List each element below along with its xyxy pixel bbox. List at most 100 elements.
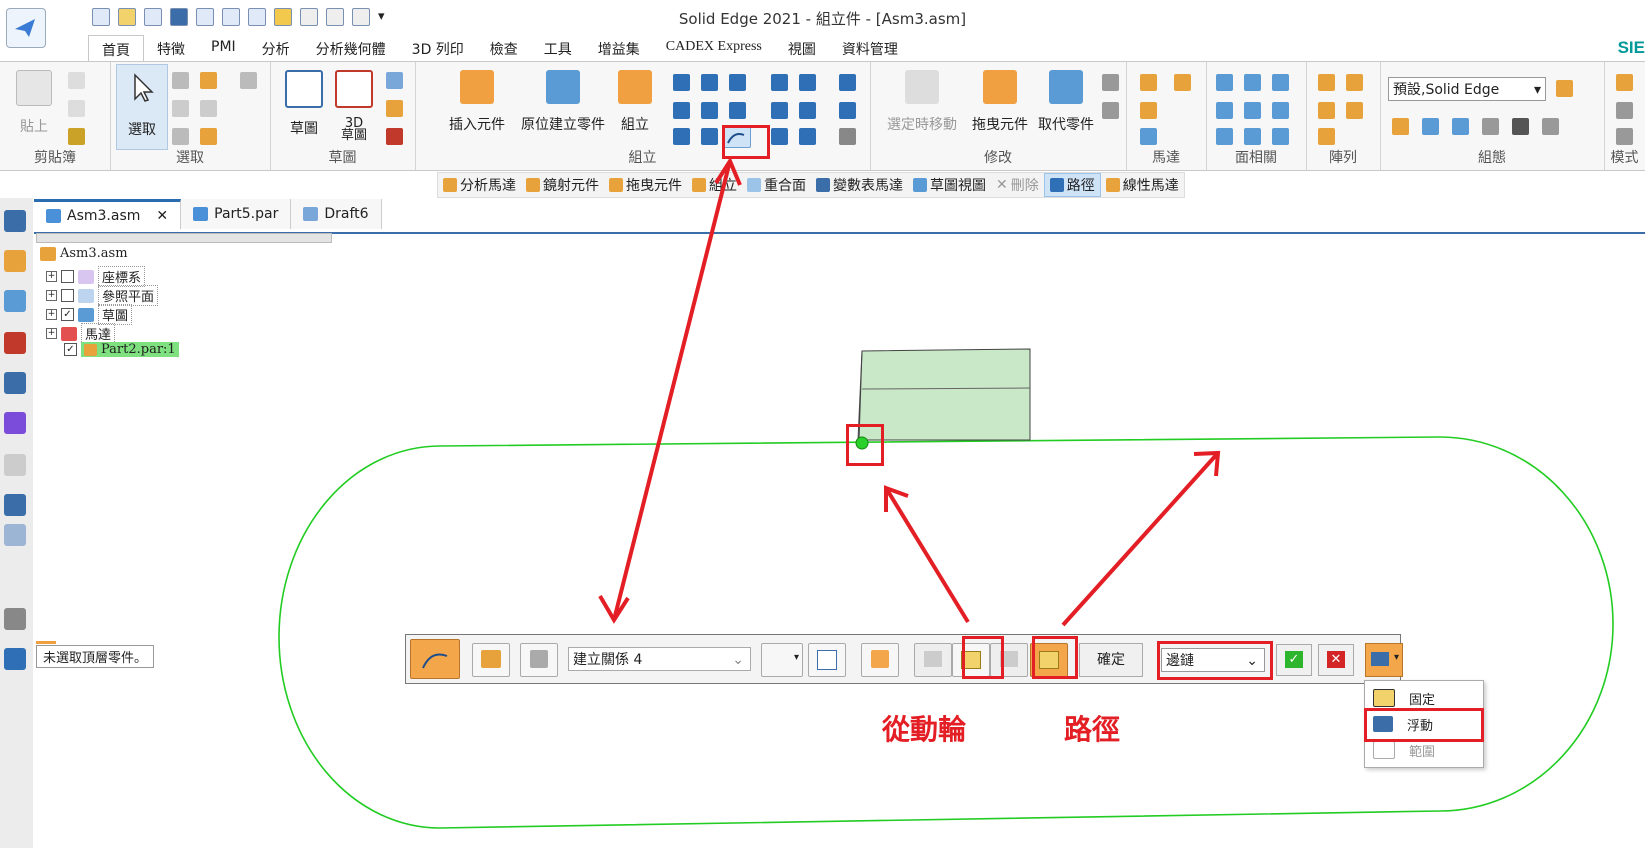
structure-icon[interactable]	[4, 608, 26, 630]
drag-component-button[interactable]: 拖曳元件	[968, 70, 1032, 134]
config-6-icon[interactable]	[1542, 118, 1559, 135]
copy-icon[interactable]	[68, 100, 85, 117]
close-icon[interactable]: ✕	[156, 208, 168, 224]
library-icon[interactable]	[4, 250, 26, 272]
angle-icon[interactable]	[673, 102, 690, 119]
cut-icon[interactable]	[68, 72, 85, 89]
face-1-icon[interactable]	[1216, 74, 1233, 91]
find-icon[interactable]	[240, 72, 257, 89]
center-plane-icon[interactable]	[673, 128, 690, 145]
select-group-icon[interactable]	[200, 100, 217, 117]
tools-icon[interactable]	[4, 454, 26, 476]
planar-align-icon[interactable]	[701, 74, 718, 91]
sketch-tool-2-icon[interactable]	[386, 100, 403, 117]
doc-tab-asm3[interactable]: Asm3.asm ✕	[34, 199, 182, 229]
tree-item-sketch[interactable]: + ✓ 草圖	[46, 304, 133, 325]
ctx-mirror-component[interactable]: 鏡射元件	[521, 174, 604, 196]
visibility-checkbox[interactable]	[61, 289, 74, 302]
sketch-3d-button[interactable]: 3D 草圖	[334, 70, 374, 142]
gear-settings-icon[interactable]	[4, 648, 26, 670]
disperse-icon[interactable]	[1102, 102, 1119, 119]
path-relation-mode-button[interactable]	[410, 639, 460, 679]
cancel-button[interactable]: ✕	[1318, 644, 1354, 676]
layers-icon[interactable]	[4, 332, 26, 354]
display-icon[interactable]	[4, 494, 26, 516]
simulate-motor-icon[interactable]	[1140, 128, 1157, 145]
tab-3d-print[interactable]: 3D 列印	[399, 35, 477, 61]
sketch-tool-1-icon[interactable]	[386, 72, 403, 89]
match-cs-icon[interactable]	[799, 102, 816, 119]
ctx-sketch-view[interactable]: 草圖視圖	[908, 174, 991, 196]
face-6-icon[interactable]	[1272, 102, 1289, 119]
pattern-3-icon[interactable]	[1318, 102, 1335, 119]
create-in-place-button[interactable]: 原位建立零件	[513, 70, 613, 134]
select-box-icon[interactable]	[172, 128, 189, 145]
ok-button[interactable]: 確定	[1079, 643, 1143, 677]
ctx-path[interactable]: 路徑	[1043, 173, 1101, 197]
config-4-icon[interactable]	[1482, 118, 1499, 135]
rigid-set-icon[interactable]	[839, 102, 856, 119]
tab-addins[interactable]: 增益集	[585, 35, 653, 61]
paste-button[interactable]: 貼上	[14, 70, 54, 136]
mate-icon[interactable]	[673, 74, 690, 91]
tab-analysis[interactable]: 分析	[249, 35, 303, 61]
parallel-icon[interactable]	[771, 74, 788, 91]
config-manager-icon[interactable]	[1556, 80, 1573, 97]
columns-icon[interactable]	[4, 524, 26, 546]
expand-icon[interactable]: +	[46, 328, 57, 339]
select-tool-button[interactable]: 選取	[116, 64, 168, 150]
relation-type-button[interactable]: ▾	[761, 643, 803, 677]
face-7-icon[interactable]	[1216, 128, 1233, 145]
flip-icon[interactable]	[799, 128, 816, 145]
pattern-2-icon[interactable]	[1346, 74, 1363, 91]
axial-align-icon[interactable]	[729, 74, 746, 91]
pattern-4-icon[interactable]	[1346, 102, 1363, 119]
expand-icon[interactable]: +	[46, 271, 57, 282]
tab-cadex[interactable]: CADEX Express	[653, 35, 775, 61]
tangent-icon[interactable]	[701, 102, 718, 119]
connect-icon[interactable]	[799, 74, 816, 91]
face-5-icon[interactable]	[1244, 102, 1261, 119]
configuration-combo[interactable]: 預設,Solid Edge ▾	[1388, 77, 1546, 101]
tab-data-management[interactable]: 資料管理	[829, 35, 911, 61]
tab-tools[interactable]: 工具	[531, 35, 585, 61]
visibility-checkbox[interactable]	[61, 270, 74, 283]
doc-tab-part5[interactable]: Part5.par	[181, 199, 292, 229]
ctx-linear-motor[interactable]: 線性馬達	[1101, 174, 1184, 196]
family-icon[interactable]	[4, 372, 26, 394]
tree-item-motor[interactable]: + 馬達	[46, 323, 116, 344]
ctx-variable-table-motor[interactable]: 變數表馬達	[811, 174, 908, 196]
face-2-icon[interactable]	[1244, 74, 1261, 91]
tab-inspect[interactable]: 檢查	[477, 35, 531, 61]
options-button[interactable]	[472, 643, 510, 677]
tree-item-reference-planes[interactable]: + 參照平面	[46, 285, 159, 306]
tab-view[interactable]: 視圖	[775, 35, 829, 61]
ctx-assemble[interactable]: 組立	[687, 174, 742, 196]
pathfinder-scrollbar[interactable]	[36, 233, 332, 243]
face-3-icon[interactable]	[1272, 74, 1289, 91]
insert-component-button[interactable]: 插入元件	[445, 70, 509, 134]
coordinate-icon[interactable]	[771, 128, 788, 145]
path-mode-button[interactable]: ▾	[1365, 643, 1403, 677]
tree-item-part2[interactable]: ✓ Part2.par:1	[64, 342, 179, 357]
relation-combo[interactable]: 建立關係 4 ⌄	[568, 647, 751, 671]
sketch-tool-3-icon[interactable]	[386, 128, 403, 145]
expand-icon[interactable]: +	[46, 309, 57, 320]
face-4-icon[interactable]	[1216, 102, 1233, 119]
face-8-icon[interactable]	[1244, 128, 1261, 145]
config-2-icon[interactable]	[1422, 118, 1439, 135]
relation-helper-icon[interactable]	[839, 74, 856, 91]
step-1-button[interactable]	[914, 643, 952, 677]
flip-button[interactable]	[520, 643, 558, 677]
select-parts-icon[interactable]	[200, 72, 217, 89]
ctx-drag-component[interactable]: 拖曳元件	[604, 174, 687, 196]
ctx-analyze-motor[interactable]: 分析馬達	[438, 174, 521, 196]
tab-pmi[interactable]: PMI	[198, 35, 249, 61]
sketch-button[interactable]: 草圖	[284, 70, 324, 138]
ctx-coincident-face[interactable]: 重合面	[742, 174, 811, 196]
visibility-checkbox[interactable]: ✓	[64, 343, 77, 356]
config-3-icon[interactable]	[1452, 118, 1469, 135]
move-on-select-button[interactable]: 選定時移動	[880, 70, 964, 134]
help-panel-icon[interactable]	[4, 290, 26, 312]
mode-1-icon[interactable]	[1616, 74, 1633, 91]
